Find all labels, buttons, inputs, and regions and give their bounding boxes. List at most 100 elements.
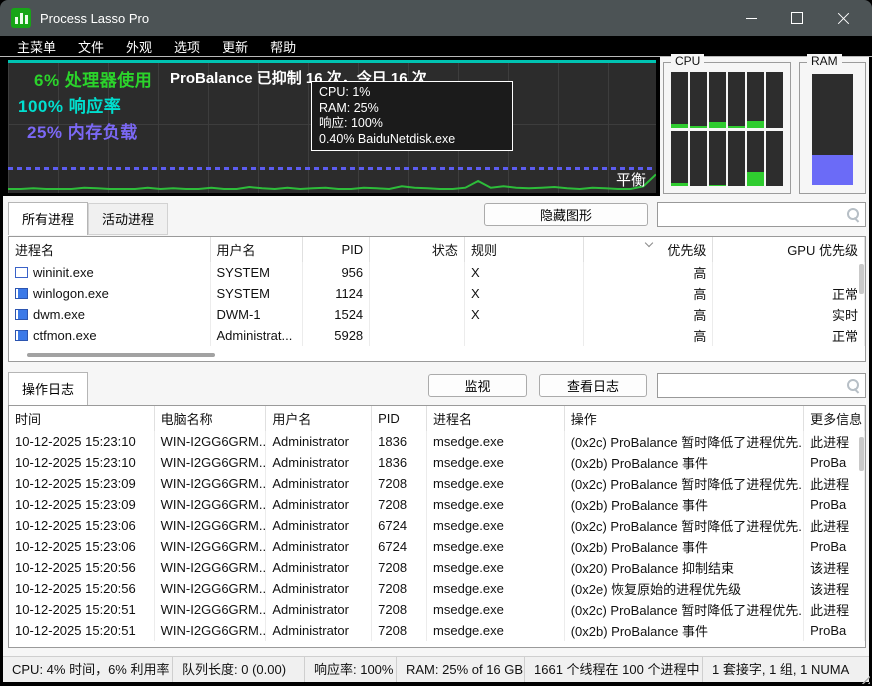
cell-text: msedge.exe	[433, 581, 504, 596]
cpu-core-bar	[747, 131, 764, 187]
cell-text: WIN-I2GG6GRM...	[161, 518, 267, 533]
log-search-input[interactable]	[658, 374, 845, 397]
view-log-button[interactable]: 查看日志	[539, 374, 647, 397]
menu-item-6[interactable]: 帮助	[259, 37, 307, 56]
cell-text: (0x20) ProBalance 抑制结束	[571, 558, 734, 577]
cell-text: Administrator	[272, 602, 349, 617]
column-header[interactable]: PID	[372, 406, 427, 431]
table-row[interactable]: 10-12-2025 15:20:56WIN-I2GG6GRM...Admini…	[9, 557, 865, 578]
cell-text: WIN-I2GG6GRM...	[161, 539, 267, 554]
cell-text: WIN-I2GG6GRM...	[161, 476, 267, 491]
search-icon	[845, 207, 861, 223]
cell-text: 1836	[378, 434, 407, 449]
cell-text: (0x2b) ProBalance 事件	[571, 453, 708, 472]
cpu-core-bar	[728, 131, 745, 187]
process-table-header: 进程名用户名PID状态规则优先级GPU 优先级	[9, 237, 865, 262]
power-mode-label: 平衡	[616, 169, 646, 190]
log-table: 时间电脑名称用户名PID进程名操作更多信息 10-12-2025 15:23:1…	[8, 405, 866, 648]
menu-item-1[interactable]: 主菜单	[6, 37, 67, 56]
cpu-core-bar	[709, 72, 726, 128]
table-row[interactable]: 10-12-2025 15:23:09WIN-I2GG6GRM...Admini…	[9, 473, 865, 494]
cell-text: WIN-I2GG6GRM...	[161, 434, 267, 449]
process-search-input[interactable]	[658, 203, 845, 226]
cell-text: 此进程	[810, 516, 849, 535]
graph-metric-2: 100% 响应率	[18, 92, 121, 117]
table-row[interactable]: dwm.exeDWM-11524X高实时	[9, 304, 865, 325]
cell-text: ProBa	[810, 497, 846, 512]
window-title: Process Lasso Pro	[40, 11, 149, 26]
cell-text: WIN-I2GG6GRM...	[161, 581, 267, 596]
tab-process-1[interactable]: 所有进程	[8, 202, 88, 235]
performance-graph[interactable]: 6% 处理器使用100% 响应率25% 内存负载 ProBalance 已抑制 …	[8, 60, 656, 193]
cell-text: (0x2b) ProBalance 事件	[571, 537, 708, 556]
tab-action-log[interactable]: 操作日志	[8, 372, 88, 405]
process-icon	[15, 288, 28, 299]
status-segment-6: 1 套接字, 1 组, 1 NUMA	[703, 657, 869, 682]
maximize-button[interactable]	[774, 0, 820, 36]
status-segment-1: CPU: 4% 时间，6% 利用率	[3, 657, 173, 682]
cell-text: (0x2b) ProBalance 事件	[571, 495, 708, 514]
search-icon	[845, 378, 861, 394]
table-row[interactable]: winlogon.exeSYSTEM1124X高正常	[9, 283, 865, 304]
cpu-core-bar	[709, 131, 726, 187]
cell-text: ProBa	[810, 539, 846, 554]
column-header[interactable]: 用户名	[266, 406, 372, 431]
cell-text: 1124	[335, 286, 363, 301]
table-row[interactable]: 10-12-2025 15:20:51WIN-I2GG6GRM...Admini…	[9, 620, 865, 641]
process-icon	[15, 267, 28, 278]
tab-process-2[interactable]: 活动进程	[88, 203, 168, 235]
cell-text: SYSTEM	[217, 286, 270, 301]
cell-text: 高	[693, 263, 706, 282]
column-header[interactable]: 用户名	[211, 237, 304, 262]
cell-text: 10-12-2025 15:20:51	[15, 602, 136, 617]
cell-text: 6724	[378, 518, 407, 533]
cell-text: msedge.exe	[433, 434, 504, 449]
table-row[interactable]: 10-12-2025 15:23:09WIN-I2GG6GRM...Admini…	[9, 494, 865, 515]
cell-text: WIN-I2GG6GRM...	[161, 602, 267, 617]
cell-text: WIN-I2GG6GRM...	[161, 623, 267, 638]
table-row[interactable]: 10-12-2025 15:20:51 WIN-I2GG6GRM... Admini…	[9, 599, 865, 620]
table-row[interactable]: 10-12-2025 15:23:10WIN-I2GG6GRM...Admini…	[9, 452, 865, 473]
hide-graph-button[interactable]: 隐藏图形	[484, 203, 648, 226]
table-row[interactable]: 10-12-2025 15:23:10WIN-I2GG6GRM...Admini…	[9, 431, 865, 452]
column-header[interactable]: 进程名	[427, 406, 565, 431]
cell-text: X	[471, 265, 480, 280]
cell-text: 10-12-2025 15:23:10	[15, 455, 136, 470]
tooltip-line: 响应: 100%	[319, 116, 505, 132]
cell-text: Administrat...	[217, 328, 293, 343]
cell-text: 7208	[378, 476, 407, 491]
cpu-core-bar	[690, 72, 707, 128]
column-header[interactable]: 电脑名称	[155, 406, 267, 431]
column-header[interactable]: 更多信息	[804, 406, 865, 431]
log-table-vertical-scrollbar[interactable]	[859, 437, 864, 471]
table-row[interactable]: 10-12-2025 15:23:06WIN-I2GG6GRM...Admini…	[9, 515, 865, 536]
process-table-vertical-scrollbar[interactable]	[859, 264, 864, 294]
process-icon	[15, 309, 28, 320]
column-header[interactable]: 状态	[370, 237, 465, 262]
cell-text: 7208	[378, 581, 407, 596]
process-table-horizontal-scrollbar[interactable]	[27, 353, 215, 357]
cell-text: 高	[693, 326, 706, 345]
table-row[interactable]: wininit.exeSYSTEM956X高	[9, 262, 865, 283]
tooltip-line: 0.40% BaiduNetdisk.exe	[319, 132, 505, 148]
table-row[interactable]: ctfmon.exeAdministrat...5928高正常	[9, 325, 865, 346]
table-row[interactable]: 10-12-2025 15:23:06WIN-I2GG6GRM...Admini…	[9, 536, 865, 557]
menu-item-2[interactable]: 文件	[67, 37, 115, 56]
cell-text: msedge.exe	[433, 539, 504, 554]
cell-text: 高	[693, 305, 706, 324]
cell-text: 此进程	[810, 432, 849, 451]
column-header[interactable]: PID	[303, 237, 370, 262]
cell-text: 7208	[378, 497, 407, 512]
column-header[interactable]: GPU 优先级	[713, 237, 865, 262]
column-header[interactable]: 操作	[565, 406, 804, 431]
column-header[interactable]: 进程名	[9, 237, 211, 262]
close-button[interactable]	[820, 0, 866, 36]
minimize-button[interactable]	[728, 0, 774, 36]
column-header[interactable]: 规则	[465, 237, 584, 262]
menu-item-5[interactable]: 更新	[211, 37, 259, 56]
watch-button[interactable]: 监视	[428, 374, 527, 397]
column-header[interactable]: 时间	[9, 406, 155, 431]
menu-item-3[interactable]: 外观	[115, 37, 163, 56]
table-row[interactable]: 10-12-2025 15:20:56WIN-I2GG6GRM...Admini…	[9, 578, 865, 599]
menu-item-4[interactable]: 选项	[163, 37, 211, 56]
